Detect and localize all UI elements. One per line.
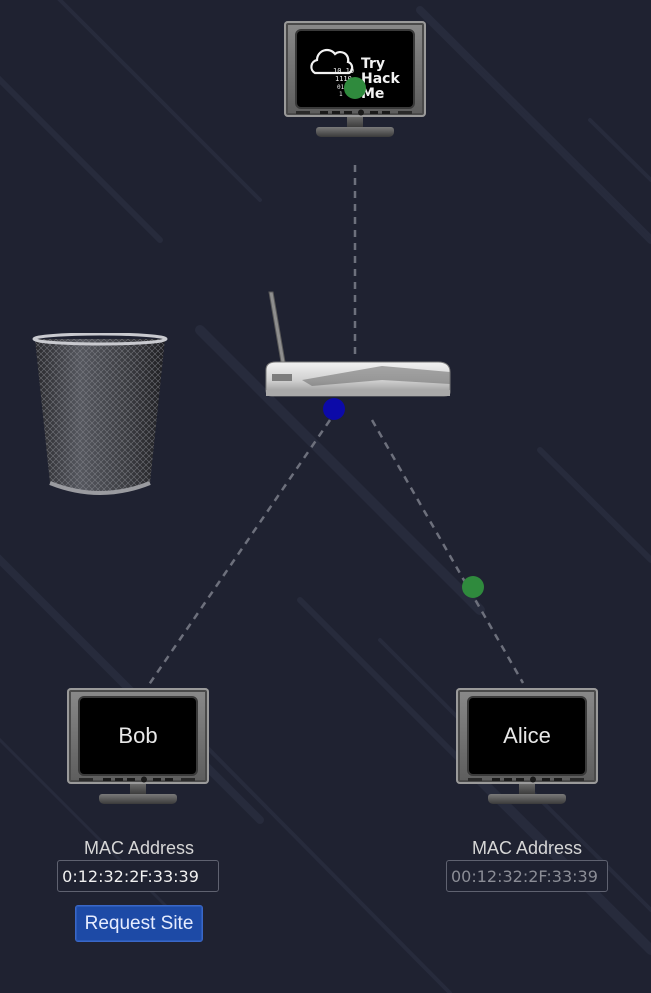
monitor-controls (468, 776, 584, 783)
binary-line-4: 1 (339, 91, 343, 98)
monitor-base (99, 794, 177, 804)
alice-screen-label: Alice (467, 696, 587, 776)
alice-monitor[interactable]: Alice (456, 688, 598, 812)
router-status-dot (323, 398, 345, 420)
router-device[interactable] (262, 290, 452, 402)
router-antenna (268, 291, 286, 363)
bob-mac-label: MAC Address (83, 838, 195, 858)
monitor-stand (519, 784, 535, 794)
link-router-bob (146, 419, 332, 687)
logo-text-try: Try (361, 56, 385, 72)
bob-mac-input[interactable] (57, 860, 219, 892)
monitor-base (488, 794, 566, 804)
monitor-controls (79, 776, 195, 783)
packet-dot (462, 576, 484, 598)
binary-line-1: 10 10 (333, 67, 354, 75)
bob-screen-label: Bob (78, 696, 198, 776)
alice-mac-label: MAC Address (471, 838, 583, 858)
link-router-alice (370, 419, 525, 684)
logo-text-hack: Hack (361, 71, 400, 87)
bob-monitor[interactable]: Bob (67, 688, 209, 812)
server-status-dot (344, 77, 366, 99)
monitor-base (316, 127, 394, 137)
alice-mac-input[interactable] (446, 860, 608, 892)
trash-can-icon[interactable] (32, 333, 168, 501)
monitor-stand (347, 117, 363, 127)
request-site-button[interactable]: Request Site (75, 905, 203, 942)
monitor-controls (296, 109, 412, 116)
monitor-stand (130, 784, 146, 794)
